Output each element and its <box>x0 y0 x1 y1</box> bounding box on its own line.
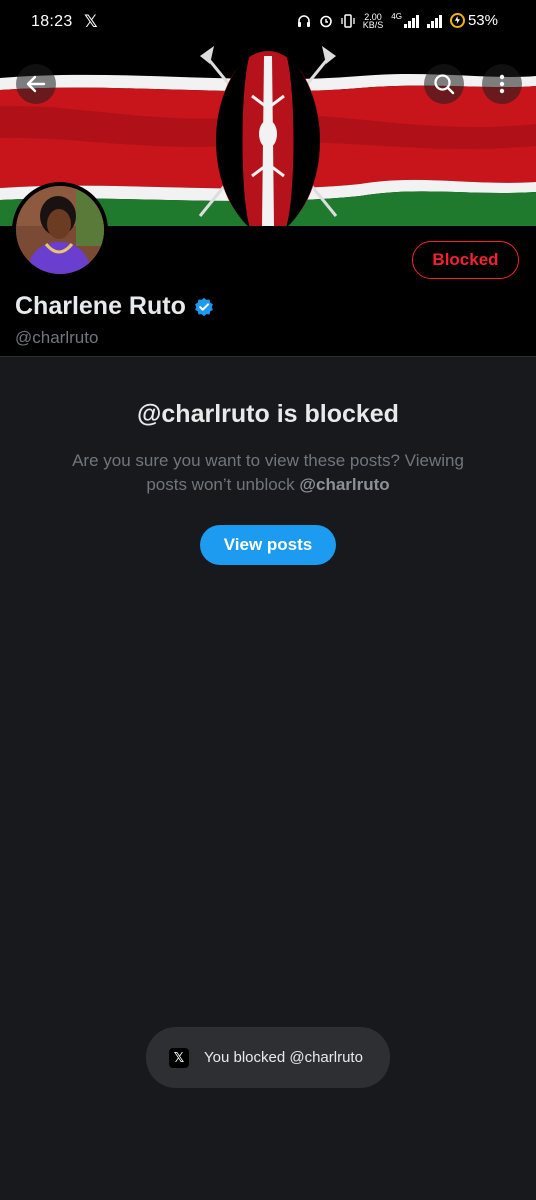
speed-unit: KB/S <box>362 19 384 30</box>
profile-handle: @charlruto <box>15 328 99 347</box>
x-logo-icon: 𝕏 <box>169 1047 189 1068</box>
more-vertical-icon <box>499 74 505 94</box>
profile-header: Blocked Charlene Ruto @charlruto <box>0 182 536 356</box>
signal-icon-1 <box>403 14 419 28</box>
back-button[interactable] <box>16 64 56 104</box>
status-bar: 18:23 𝕏 2.00 KB/S 4G 53% <box>0 0 536 46</box>
search-button[interactable] <box>424 64 464 104</box>
alarm-icon <box>319 15 332 27</box>
avatar[interactable] <box>12 182 108 278</box>
toast-text: You blocked @charlruto <box>204 1049 363 1066</box>
status-icons: 2.00 KB/S 4G 53% <box>297 12 498 29</box>
blocked-notice-title: @charlruto is blocked <box>137 400 399 428</box>
network-type: 4G <box>391 12 402 21</box>
view-posts-button[interactable]: View posts <box>200 525 336 565</box>
profile-name-row: Charlene Ruto <box>15 292 214 321</box>
avatar-image <box>16 186 104 274</box>
back-arrow-icon <box>26 75 46 93</box>
blocked-button[interactable]: Blocked <box>412 241 519 279</box>
toast-notification: 𝕏 You blocked @charlruto <box>146 1027 390 1088</box>
verified-badge-icon <box>194 297 213 316</box>
headphones-icon <box>297 14 310 27</box>
header-divider <box>0 356 536 357</box>
display-name: Charlene Ruto <box>15 292 186 320</box>
notice-message-text: Are you sure you want to view these post… <box>72 451 464 494</box>
search-icon <box>434 74 455 95</box>
signal-icon-2 <box>426 14 442 28</box>
network-speed: 2.00 KB/S <box>362 12 384 30</box>
notice-message-handle: @charlruto <box>299 475 390 494</box>
status-time: 18:23 <box>31 13 73 30</box>
x-logo-icon: 𝕏 <box>84 12 98 31</box>
vibrate-icon <box>341 13 355 28</box>
battery-icon <box>449 13 465 28</box>
battery-indicator: 53% <box>449 12 498 29</box>
more-options-button[interactable] <box>482 64 522 104</box>
battery-level: 53% <box>467 12 498 29</box>
blocked-notice: @charlruto is blocked Are you sure you w… <box>0 400 536 565</box>
blocked-notice-message: Are you sure you want to view these post… <box>53 449 483 497</box>
